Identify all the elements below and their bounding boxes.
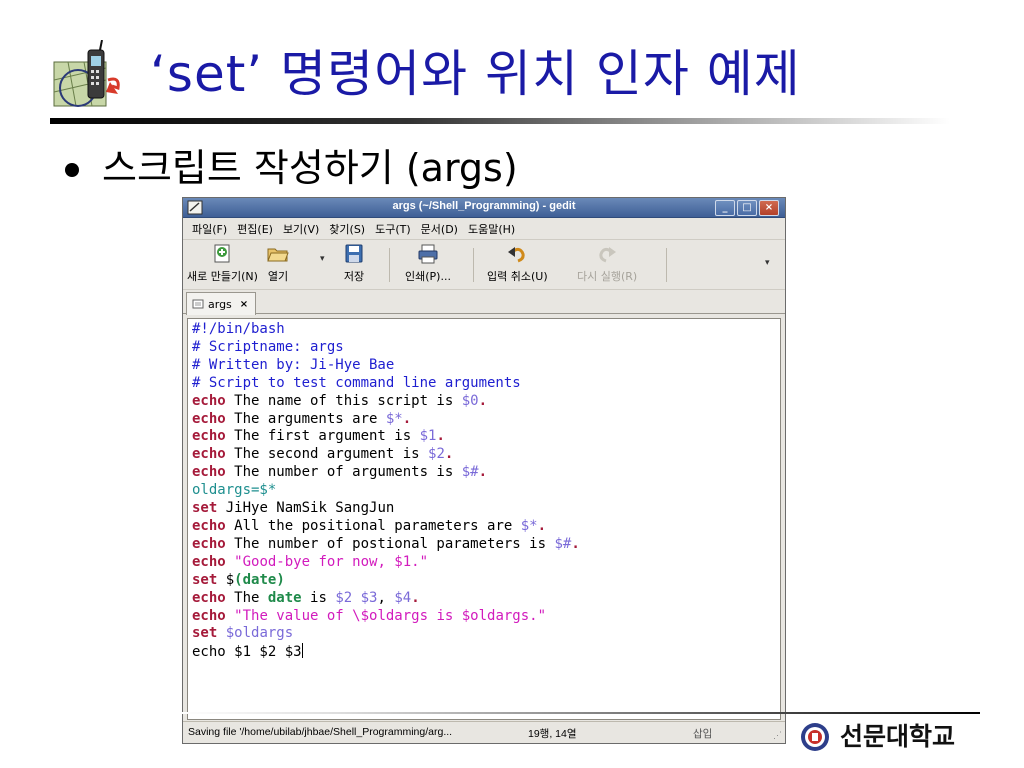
bullet-dot — [65, 163, 79, 177]
code-line: set JiHye NamSik SangJun — [192, 500, 395, 517]
footer-divider — [180, 712, 980, 714]
floppy-save-icon — [345, 244, 363, 263]
slide-title: ‘set’ 명령어와 위치 인자 예제 — [150, 45, 801, 103]
toolbar: 새로 만들기(N) 열기 ▾ 저장 인쇄(P)... 입력 취소(U) 다시 실… — [183, 240, 785, 290]
resize-grip-icon[interactable]: ⋰ — [773, 730, 782, 741]
title-divider — [50, 118, 950, 124]
maximize-button[interactable]: □ — [737, 200, 757, 216]
menu-help[interactable]: 도움말(H) — [463, 221, 520, 237]
print-button-label: 인쇄(P)... — [405, 270, 451, 283]
code-line: # Script to test command line arguments — [192, 374, 521, 391]
status-file: Saving file '/home/ubilab/jhbae/Shell_Pr… — [188, 726, 453, 738]
open-button[interactable]: 열기 — [267, 244, 289, 284]
code-line: echo The number of arguments is $#. — [192, 464, 488, 481]
window-title: args (~/Shell_Programming) - gedit — [392, 200, 576, 212]
undo-button-label: 입력 취소(U) — [487, 270, 548, 283]
new-document-icon — [214, 244, 230, 263]
text-cursor — [301, 643, 303, 659]
menu-edit[interactable]: 편집(E) — [232, 221, 278, 237]
code-line: echo The second argument is $2. — [192, 446, 454, 463]
menu-search[interactable]: 찾기(S) — [324, 221, 370, 237]
university-emblem-icon — [801, 723, 829, 751]
code-line-current: echo $1 $2 $3 — [192, 643, 780, 662]
code-line: echo The first argument is $1. — [192, 428, 445, 445]
toolbar-separator — [389, 248, 390, 282]
window-titlebar[interactable]: args (~/Shell_Programming) - gedit _ □ × — [183, 198, 785, 218]
printer-icon — [418, 244, 438, 264]
status-bar: Saving file '/home/ubilab/jhbae/Shell_Pr… — [183, 721, 785, 743]
code-line: # Scriptname: args — [192, 338, 344, 355]
document-tab-icon — [192, 299, 204, 309]
open-dropdown-arrow-icon[interactable]: ▾ — [320, 254, 325, 264]
redo-arrow-icon — [599, 247, 617, 263]
close-button[interactable]: × — [759, 200, 779, 216]
code-line: echo "The value of \$oldargs is $oldargs… — [192, 607, 547, 624]
phone-globe-icon — [53, 40, 120, 107]
code-line: oldargs=$* — [192, 482, 277, 499]
redo-button-label: 다시 실행(R) — [577, 270, 638, 283]
code-line: echo The name of this script is $0. — [192, 392, 488, 409]
status-cursor-position: 19행, 14열 — [528, 728, 577, 740]
new-button-label: 새로 만들기(N) — [187, 270, 258, 283]
code-line: set $(date) — [192, 571, 285, 588]
tab-close-icon[interactable]: × — [240, 299, 248, 310]
toolbar-separator — [473, 248, 474, 282]
code-line: echo The arguments are $*. — [192, 410, 412, 427]
undo-arrow-icon — [508, 247, 525, 263]
code-editor[interactable]: #!/bin/bash # Scriptname: args # Written… — [187, 318, 781, 720]
minimize-button[interactable]: _ — [715, 200, 735, 216]
gedit-window: args (~/Shell_Programming) - gedit _ □ ×… — [182, 197, 786, 744]
status-insert-mode: 삽입 — [693, 728, 713, 740]
menu-file[interactable]: 파일(F) — [187, 221, 232, 237]
folder-icon — [267, 248, 289, 262]
code-line: echo The date is $2 $3, $4. — [192, 589, 420, 606]
save-button-label: 저장 — [343, 270, 365, 283]
university-name: 선문대학교 — [840, 722, 956, 751]
bullet-text: 스크립트 작성하기 (args) — [102, 146, 518, 190]
code-line: set $oldargs — [192, 625, 294, 642]
code-line: echo The number of postional parameters … — [192, 535, 580, 552]
menu-view[interactable]: 보기(V) — [278, 221, 324, 237]
menu-tools[interactable]: 도구(T) — [370, 221, 416, 237]
toolbar-overflow-arrow-icon[interactable]: ▾ — [765, 258, 770, 268]
code-line: # Written by: Ji-Hye Bae — [192, 356, 395, 373]
tab-label: args — [208, 297, 232, 311]
undo-button[interactable]: 입력 취소(U) — [487, 244, 548, 284]
tab-strip: args × — [183, 290, 785, 315]
print-button[interactable]: 인쇄(P)... — [405, 244, 451, 284]
code-line: echo All the positional parameters are $… — [192, 517, 547, 534]
tab-args[interactable]: args × — [186, 292, 256, 315]
current-line-text: echo $1 $2 $3 — [192, 644, 302, 661]
save-button[interactable]: 저장 — [343, 244, 365, 284]
menu-documents[interactable]: 문서(D) — [416, 221, 463, 237]
open-button-label: 열기 — [267, 270, 289, 283]
new-button[interactable]: 새로 만들기(N) — [187, 244, 258, 284]
redo-button[interactable]: 다시 실행(R) — [577, 244, 637, 284]
code-line: #!/bin/bash — [192, 321, 285, 337]
code-line: echo "Good-bye for now, $1." — [192, 553, 429, 570]
menubar: 파일(F) 편집(E) 보기(V) 찾기(S) 도구(T) 문서(D) 도움말(… — [183, 218, 785, 240]
toolbar-separator — [666, 248, 667, 282]
